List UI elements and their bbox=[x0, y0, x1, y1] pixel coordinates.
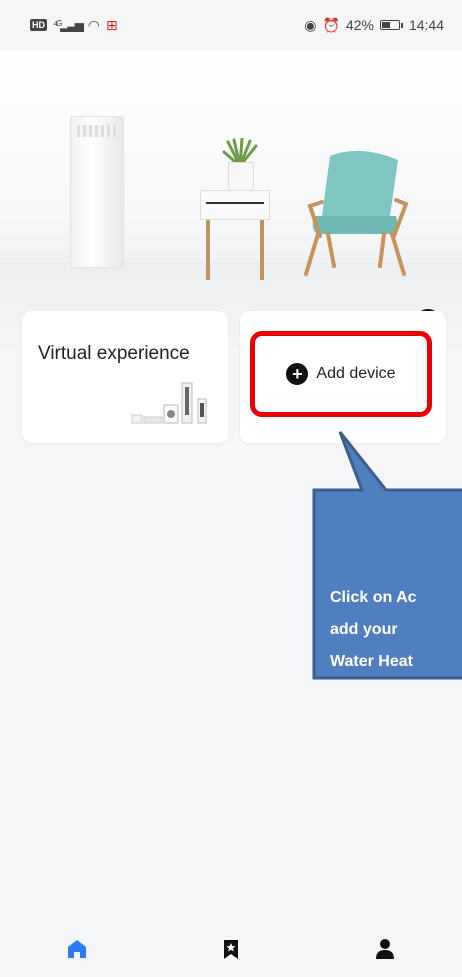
status-bar: HD ⁴ᴳ▂▃▅ ◠ ⊞ ◉ ⏰ 42% 14:44 bbox=[0, 0, 462, 50]
add-device-highlight[interactable]: + Add device bbox=[250, 331, 432, 417]
chair-illustration bbox=[304, 150, 409, 276]
callout-line: add your bbox=[330, 621, 398, 638]
virtual-experience-card[interactable]: Virtual experience bbox=[22, 311, 228, 443]
side-table-illustration bbox=[200, 190, 270, 280]
battery-icon bbox=[379, 20, 400, 30]
air-purifier-illustration bbox=[70, 116, 124, 268]
virtual-experience-title: Virtual experience bbox=[38, 343, 190, 364]
bookmark-star-icon bbox=[224, 939, 238, 959]
add-device-label: Add device bbox=[316, 365, 396, 382]
battery-percent: 42% bbox=[345, 17, 374, 33]
add-circle-icon: + bbox=[286, 363, 309, 385]
eye-comfort-icon: ◉ bbox=[304, 16, 317, 33]
battery-tip bbox=[400, 22, 403, 28]
status-right: ◉ ⏰ 42% 14:44 bbox=[304, 17, 444, 34]
purifier-grill bbox=[77, 125, 117, 137]
signal-icon: ⁴ᴳ▂▃▅ bbox=[53, 18, 84, 32]
table-drawer bbox=[206, 202, 264, 204]
hd-indicator-icon: HD bbox=[30, 19, 47, 31]
alarm-icon: ⏰ bbox=[322, 16, 340, 33]
nav-scenes[interactable] bbox=[201, 938, 261, 960]
callout-line: Water Heat bbox=[330, 653, 413, 670]
table-leg bbox=[206, 220, 210, 280]
callout-text: Click on Ac add your Water Heat bbox=[330, 582, 462, 678]
nav-home[interactable] bbox=[47, 938, 107, 960]
table-top bbox=[200, 190, 270, 220]
status-time: 14:44 bbox=[408, 17, 444, 33]
appliances-illustration bbox=[131, 382, 207, 424]
table-leg bbox=[260, 220, 264, 280]
bottom-navigation bbox=[0, 920, 462, 977]
wifi-icon: ◠ bbox=[87, 16, 101, 33]
status-left: HD ⁴ᴳ▂▃▅ ◠ ⊞ bbox=[30, 17, 118, 34]
add-device-card[interactable]: + Add device bbox=[240, 311, 446, 443]
home-icon bbox=[68, 939, 86, 958]
callout-line: Click on Ac bbox=[330, 589, 417, 606]
plant-pot bbox=[228, 162, 254, 192]
notification-app-icon: ⊞ bbox=[106, 16, 118, 33]
nav-profile[interactable] bbox=[355, 938, 415, 960]
hero-banner: + bbox=[0, 50, 462, 350]
person-icon bbox=[376, 938, 394, 959]
